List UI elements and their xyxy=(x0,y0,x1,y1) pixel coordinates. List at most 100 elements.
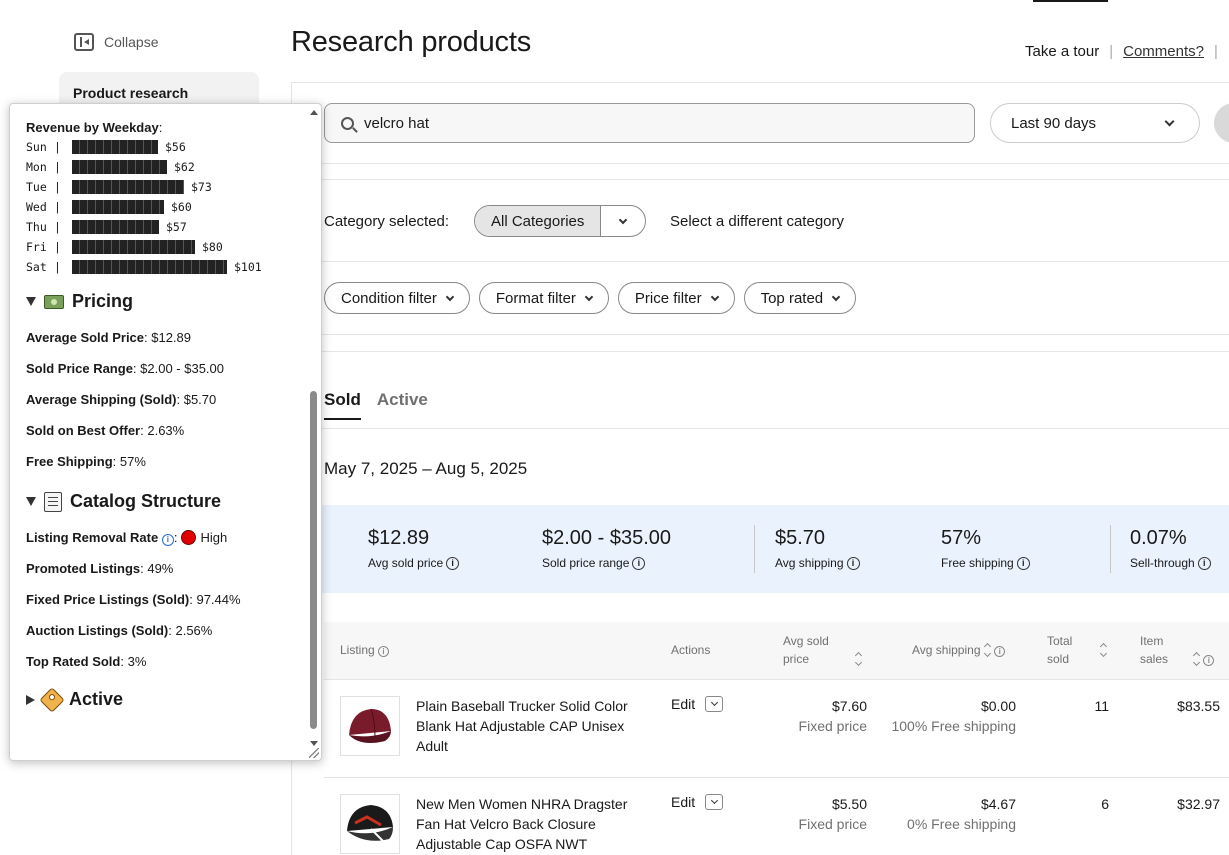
chevron-down-icon xyxy=(710,796,718,805)
info-icon[interactable]: i xyxy=(632,556,646,570)
revenue-bar xyxy=(72,240,195,254)
separator: | xyxy=(1213,43,1218,60)
tab-sold[interactable]: Sold xyxy=(324,390,361,420)
separator: | xyxy=(54,240,61,254)
metric-avg-shipping: $5.70 Avg shipping i xyxy=(775,527,860,570)
product-thumbnail[interactable] xyxy=(340,794,400,854)
tag-icon xyxy=(39,686,65,713)
section-title: Pricing xyxy=(72,291,134,311)
weekday-label: Wed xyxy=(26,200,47,214)
divider xyxy=(291,334,1229,335)
price-format: Fixed price xyxy=(798,816,867,832)
revenue-bar xyxy=(72,260,227,274)
sort-icon[interactable] xyxy=(1193,653,1200,666)
info-icon[interactable]: i xyxy=(161,534,174,546)
search-input[interactable]: velcro hat xyxy=(324,103,975,143)
column-label: price xyxy=(783,652,810,666)
column-avg-sold-price[interactable]: Avg sold price xyxy=(783,632,862,668)
total-sold-cell: 6 xyxy=(1101,796,1109,812)
info-icon[interactable]: i xyxy=(446,556,460,570)
tab-active[interactable]: Active xyxy=(377,390,428,420)
format-filter[interactable]: Format filter xyxy=(478,282,609,314)
date-range-select[interactable]: Last 90 days xyxy=(990,103,1200,143)
chevron-down-icon xyxy=(1164,116,1175,127)
scroll-up-arrow-icon[interactable] xyxy=(310,110,318,115)
column-avg-shipping[interactable]: Avg shipping i xyxy=(912,641,1006,659)
kv-key: Sold on Best Offer xyxy=(26,423,141,438)
category-selected[interactable]: All Categories xyxy=(475,206,602,236)
info-icon[interactable]: i xyxy=(378,646,390,657)
category-select[interactable]: All Categories xyxy=(474,205,647,237)
scroll-down-arrow-icon[interactable] xyxy=(310,741,318,746)
stat-row: Sold Price Range: $2.00 - $35.00 xyxy=(26,353,311,384)
chevron-down-icon xyxy=(445,292,455,301)
edit-button[interactable]: Edit xyxy=(671,696,695,712)
item-sales-cell: $32.97 xyxy=(1177,796,1220,812)
separator: | xyxy=(54,220,61,234)
search-icon xyxy=(341,116,354,130)
sort-icon[interactable] xyxy=(984,644,991,657)
search-value: velcro hat xyxy=(364,114,430,132)
scrollbar-thumb[interactable] xyxy=(310,391,317,729)
listing-title[interactable]: Plain Baseball Trucker Solid Color Blank… xyxy=(416,696,651,756)
separator: | xyxy=(54,260,61,274)
edit-action[interactable]: Edit xyxy=(671,696,724,712)
revenue-value: $56 xyxy=(165,140,186,154)
info-icon[interactable]: i xyxy=(1197,556,1211,570)
divider xyxy=(291,179,1229,180)
sort-icon[interactable] xyxy=(855,653,862,666)
comments-link[interactable]: Comments? xyxy=(1123,43,1204,60)
avg-sold-price-cell: $5.50 Fixed price xyxy=(774,794,867,834)
product-thumbnail[interactable] xyxy=(340,696,400,756)
info-icon[interactable]: i xyxy=(994,646,1006,657)
sort-icon[interactable] xyxy=(1100,644,1107,657)
weekday-row: Sun | $56 xyxy=(26,137,311,157)
column-label: sold xyxy=(1047,652,1070,666)
info-icon[interactable]: i xyxy=(1203,655,1215,666)
info-icon[interactable]: i xyxy=(846,556,860,570)
avg-shipping-cell: $4.67 0% Free shipping xyxy=(884,794,1016,834)
catalog-section-toggle[interactable]: Catalog Structure xyxy=(26,491,311,512)
separator: | xyxy=(54,180,61,194)
divider xyxy=(291,163,1229,164)
table-row[interactable]: New Men Women NHRA Dragster Fan Hat Velc… xyxy=(324,778,1229,855)
price-filter[interactable]: Price filter xyxy=(617,282,735,314)
column-total-sold[interactable]: Total sold xyxy=(1047,632,1107,668)
shipping-note: 0% Free shipping xyxy=(907,816,1016,832)
pricing-section-toggle[interactable]: Pricing xyxy=(26,291,311,312)
stat-row: Top Rated Sold: 3% xyxy=(26,646,311,677)
condition-filter[interactable]: Condition filter xyxy=(324,282,470,314)
take-tour-link[interactable]: Take a tour xyxy=(1025,43,1099,60)
active-section-toggle[interactable]: Active xyxy=(26,686,311,713)
popup-scrollbar[interactable] xyxy=(309,106,319,746)
metric-sell-through: 0.07% Sell-through i xyxy=(1130,527,1211,570)
resize-handle-icon[interactable] xyxy=(309,748,319,758)
shipping-note: 100% Free shipping xyxy=(891,718,1016,734)
collapse-button[interactable]: Collapse xyxy=(74,33,158,51)
edit-button[interactable]: Edit xyxy=(671,794,695,810)
column-item-sales[interactable]: Item sales i xyxy=(1140,632,1215,668)
kv-value: : 2.56% xyxy=(168,623,213,638)
top-nav-indicator xyxy=(1033,0,1108,2)
kv-key: Top Rated Sold xyxy=(26,654,121,669)
category-dropdown-button[interactable] xyxy=(601,206,645,236)
red-circle-icon xyxy=(181,530,197,545)
kv-key: Listing Removal Rate xyxy=(26,530,159,545)
price-format: Fixed price xyxy=(798,718,867,734)
catalog-icon xyxy=(44,491,62,512)
date-range-value: Last 90 days xyxy=(1011,114,1097,132)
revenue-value: $101 xyxy=(234,260,262,274)
select-different-category-link[interactable]: Select a different category xyxy=(670,213,844,230)
action-dropdown[interactable] xyxy=(705,696,724,712)
column-label: sales xyxy=(1140,652,1169,666)
metric-value: 57% xyxy=(941,527,982,549)
table-row[interactable]: Plain Baseball Trucker Solid Color Blank… xyxy=(324,680,1229,778)
filter-label: Price filter xyxy=(634,289,702,307)
metric-label: Free shipping xyxy=(941,556,1014,570)
weekday-row: Tue | $73 xyxy=(26,177,311,197)
action-dropdown[interactable] xyxy=(705,794,724,810)
edit-action[interactable]: Edit xyxy=(671,794,724,810)
top-rated-filter[interactable]: Top rated xyxy=(743,282,857,314)
info-icon[interactable]: i xyxy=(1016,556,1030,570)
listing-title[interactable]: New Men Women NHRA Dragster Fan Hat Velc… xyxy=(416,794,651,854)
